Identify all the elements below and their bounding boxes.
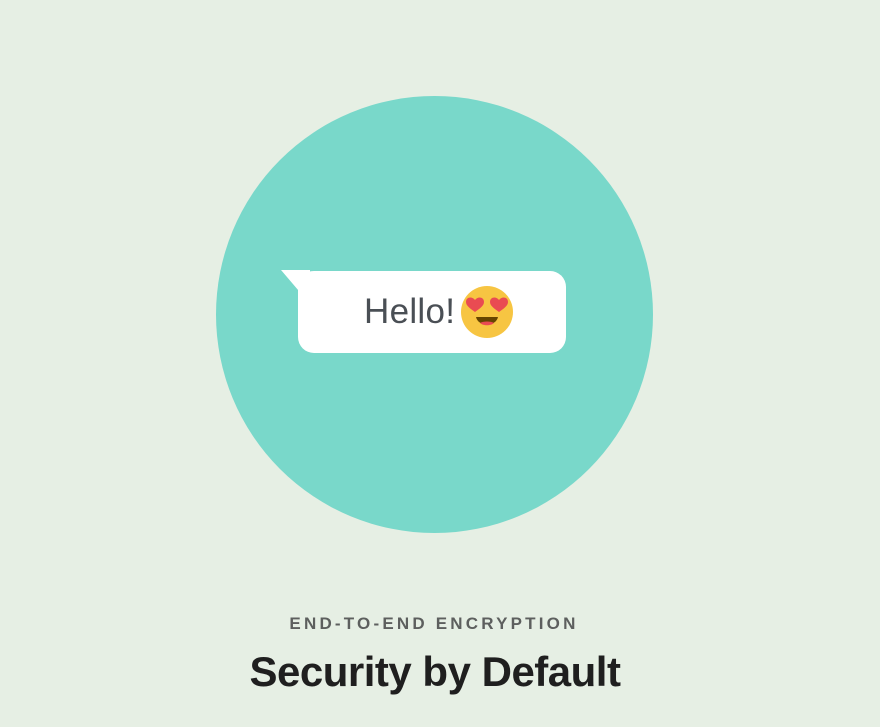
chat-message-text: Hello! (364, 292, 456, 331)
heart-eyes-emoji-icon (460, 285, 514, 339)
chat-bubble: Hello! (298, 271, 566, 353)
section-headline: Security by Default (249, 648, 621, 695)
chat-bubble-illustration: Hello! (280, 270, 570, 356)
section-eyebrow: END-TO-END ENCRYPTION (289, 614, 579, 633)
